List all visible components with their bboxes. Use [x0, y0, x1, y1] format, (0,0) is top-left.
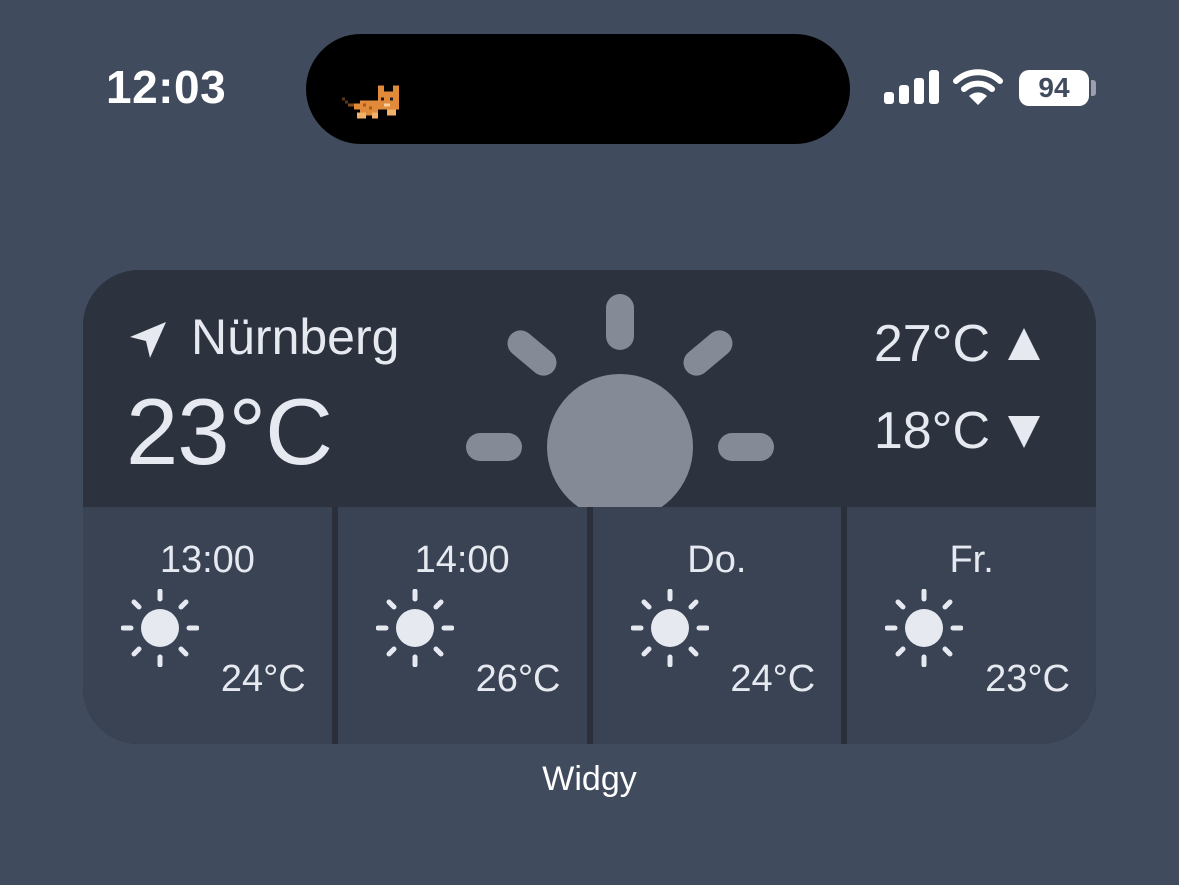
- forecast-temperature: 26°C: [475, 658, 561, 700]
- forecast-temperature: 24°C: [220, 658, 306, 700]
- battery-cap: [1091, 80, 1096, 96]
- arrow-up-icon: [1008, 328, 1040, 360]
- widget-header: Nürnberg 23°C 27°C 18°C: [83, 270, 1096, 507]
- sun-icon: [375, 589, 454, 667]
- widget-app-label: Widgy: [542, 760, 637, 798]
- battery-level: 94: [1038, 72, 1070, 103]
- current-temperature: 23°C: [126, 379, 333, 484]
- forecast-cell: 13:00 24°C: [83, 507, 332, 744]
- cellular-signal-icon: [884, 70, 939, 104]
- dynamic-island[interactable]: [306, 34, 850, 144]
- weather-widget[interactable]: Nürnberg 23°C 27°C 18°C 13:00 24°C 14:00…: [83, 270, 1096, 744]
- forecast-temperature: 24°C: [730, 658, 816, 700]
- battery-indicator: 94: [1019, 70, 1089, 106]
- forecast-label: Do.: [687, 539, 747, 581]
- city-name: Nürnberg: [191, 309, 400, 365]
- arrow-down-icon: [1008, 416, 1040, 448]
- forecast-label: Fr.: [949, 539, 994, 581]
- forecast-row: 13:00 24°C 14:00 26°C Do. 24°C Fr. 23°C: [83, 507, 1096, 744]
- low-temperature: 18°C: [873, 402, 990, 460]
- forecast-cell: 14:00 26°C: [337, 507, 587, 744]
- forecast-cell: Fr. 23°C: [847, 507, 1096, 744]
- status-time: 12:03: [106, 61, 227, 113]
- forecast-cell: Do. 24°C: [592, 507, 842, 744]
- forecast-label: 14:00: [414, 539, 510, 581]
- high-temperature: 27°C: [873, 315, 990, 373]
- wifi-icon: [953, 69, 1003, 105]
- sun-icon: [630, 589, 709, 667]
- sun-icon: [121, 589, 199, 667]
- sun-icon: [885, 589, 964, 667]
- pixel-cat-icon: [342, 85, 399, 119]
- forecast-temperature: 23°C: [985, 658, 1070, 700]
- location-arrow-icon: [130, 322, 166, 358]
- sun-icon: [466, 294, 774, 507]
- forecast-label: 13:00: [159, 539, 255, 581]
